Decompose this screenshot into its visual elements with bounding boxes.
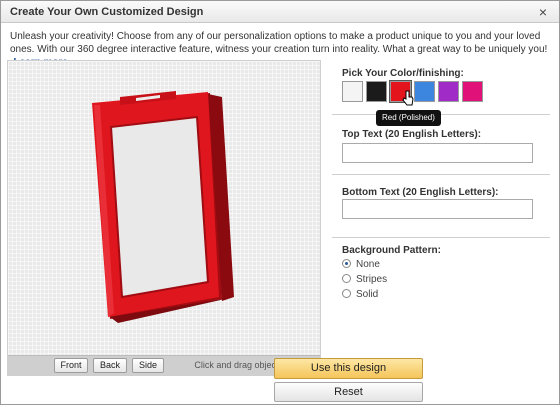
badge-holder-model[interactable] [8, 61, 320, 357]
reset-button[interactable]: Reset [274, 382, 423, 402]
customize-dialog: Create Your Own Customized Design × Unle… [0, 0, 560, 405]
intro-text: Unleash your creativity! Choose from any… [10, 31, 548, 55]
background-section: Background Pattern: None Stripes Solid [332, 238, 550, 306]
back-view-button[interactable]: Back [93, 358, 127, 373]
swatch-pink[interactable] [462, 81, 483, 102]
top-text-input[interactable] [342, 143, 533, 163]
bottom-text-input[interactable] [342, 199, 533, 219]
dialog-title: Create Your Own Customized Design [10, 6, 204, 18]
option-label-none: None [356, 259, 380, 270]
swatch-blue[interactable] [414, 81, 435, 102]
radio-stripes[interactable] [342, 274, 351, 283]
swatch-black[interactable] [366, 81, 387, 102]
pointer-cursor-icon [402, 90, 414, 106]
option-label-solid: Solid [356, 289, 379, 300]
front-view-button[interactable]: Front [54, 358, 88, 373]
color-label: Pick Your Color/finishing: [342, 68, 464, 79]
options-panel: Pick Your Color/finishing: Red (Polished… [332, 60, 554, 372]
background-option-none[interactable]: None [342, 259, 380, 272]
swatch-purple[interactable] [438, 81, 459, 102]
bottom-text-section: Bottom Text (20 English Letters): [332, 178, 550, 238]
swatch-white[interactable] [342, 81, 363, 102]
color-section: Pick Your Color/finishing: Red (Polished… [332, 60, 550, 126]
background-option-stripes[interactable]: Stripes [342, 274, 387, 287]
top-text-label: Top Text (20 English Letters): [342, 129, 482, 140]
radio-solid[interactable] [342, 289, 351, 298]
close-icon[interactable]: × [535, 4, 551, 20]
side-view-button[interactable]: Side [132, 358, 164, 373]
background-label: Background Pattern: [342, 245, 441, 256]
bottom-text-label: Bottom Text (20 English Letters): [342, 187, 499, 198]
top-text-section: Top Text (20 English Letters): [332, 120, 550, 175]
dialog-titlebar: Create Your Own Customized Design × [1, 1, 559, 23]
use-design-button[interactable]: Use this design [274, 358, 423, 379]
option-label-stripes: Stripes [356, 274, 388, 285]
product-3d-viewer[interactable]: Front Back Side Click and drag object to… [7, 60, 321, 376]
background-option-solid[interactable]: Solid [342, 289, 378, 302]
radio-none[interactable] [342, 259, 351, 268]
